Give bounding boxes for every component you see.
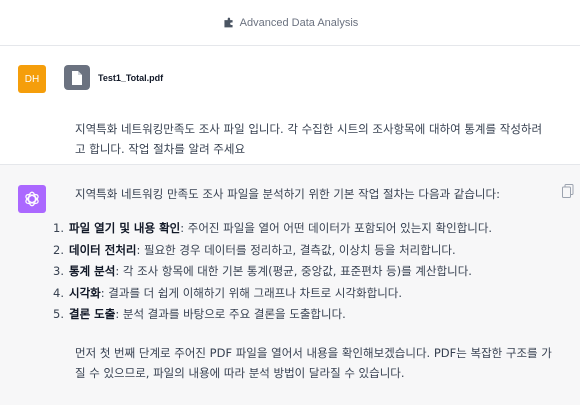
user-message: DH Test1_Total.pdf 지역특화 네트워킹만족도 조사 파일 입니… — [0, 46, 580, 164]
assistant-message: 지역특화 네트워킹 만족도 조사 파일을 분석하기 위한 기본 작업 절차는 다… — [0, 164, 580, 405]
step-title: 데이터 전처리 — [69, 242, 137, 257]
step-text: : 각 조사 항목에 대한 기본 통계(평균, 중앙값, 표준편차 등)를 계산… — [115, 264, 472, 278]
steps-list: 1. 파일 열기 및 내용 확인: 주어진 파일을 열어 어떤 데이터가 포함되… — [53, 218, 553, 326]
model-name: Advanced Data Analysis — [239, 16, 359, 29]
step-number: 4. — [53, 285, 64, 300]
list-item: 5. 결론 도출: 분석 결과를 바탕으로 주요 결론을 도출합니다. — [53, 304, 553, 326]
user-avatar: DH — [18, 65, 46, 93]
file-attachment[interactable]: Test1_Total.pdf — [64, 65, 163, 90]
list-item: 3. 통계 분석: 각 조사 항목에 대한 기본 통계(평균, 중앙값, 표준편… — [53, 261, 553, 283]
list-item: 2. 데이터 전처리: 필요한 경우 데이터를 정리하고, 결측값, 이상치 등… — [53, 240, 553, 262]
step-title: 시각화 — [69, 285, 101, 300]
assistant-avatar — [18, 185, 46, 213]
list-item: 1. 파일 열기 및 내용 확인: 주어진 파일을 열어 어떤 데이터가 포함되… — [53, 218, 553, 240]
assistant-intro: 지역특화 네트워킹 만족도 조사 파일을 분석하기 위한 기본 작업 절차는 다… — [75, 187, 500, 201]
step-text: : 필요한 경우 데이터를 정리하고, 결측값, 이상치 등을 처리합니다. — [136, 242, 456, 257]
top-bar: Advanced Data Analysis — [0, 0, 580, 46]
file-name: Test1_Total.pdf — [98, 72, 164, 83]
step-number: 2. — [53, 242, 64, 257]
step-number: 5. — [53, 307, 64, 321]
step-text: : 분석 결과를 바탕으로 주요 결론을 도출합니다. — [115, 307, 346, 321]
step-text: : 결과를 더 쉽게 이해하기 위해 그래프나 차트로 시각화합니다. — [100, 285, 403, 300]
user-message-text: 지역특화 네트워킹만족도 조사 파일 입니다. 각 수집한 시트의 조사항목에 … — [75, 122, 543, 156]
step-title: 파일 열기 및 내용 확인 — [69, 221, 181, 235]
step-title: 통계 분석 — [69, 264, 116, 278]
openai-logo-icon — [25, 191, 39, 207]
file-icon — [64, 65, 90, 90]
step-text: : 주어진 파일을 열어 어떤 데이터가 포함되어 있는지 확인합니다. — [180, 221, 493, 235]
plugin-icon — [224, 17, 233, 28]
list-item: 4. 시각화: 결과를 더 쉽게 이해하기 위해 그래프나 차트로 시각화합니다… — [53, 283, 553, 305]
copy-icon[interactable] — [562, 184, 574, 198]
step-number: 1. — [53, 221, 64, 235]
model-selector[interactable]: Advanced Data Analysis — [222, 16, 359, 29]
assistant-outro: 먼저 첫 번째 단계로 주어진 PDF 파일을 열어서 내용을 확인해보겠습니다… — [75, 346, 552, 380]
step-number: 3. — [53, 264, 64, 278]
step-title: 결론 도출 — [69, 307, 116, 321]
